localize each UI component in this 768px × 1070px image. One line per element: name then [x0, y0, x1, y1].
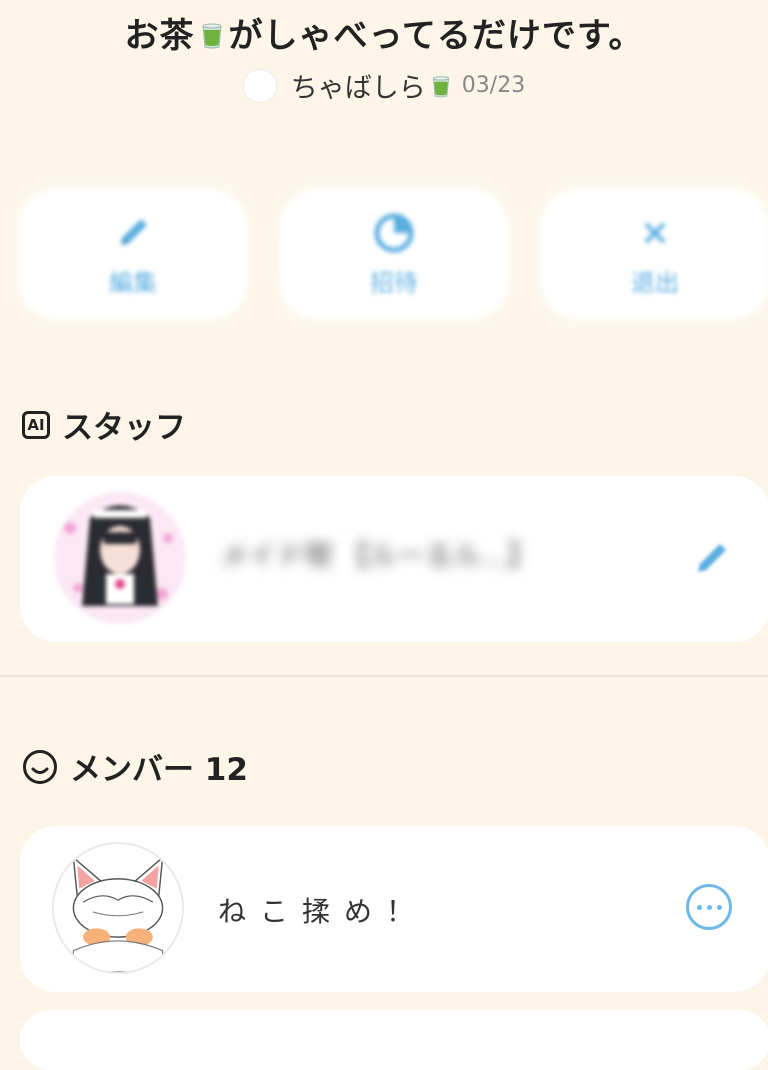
post-meta: ちゃばしら 03/23: [0, 66, 768, 105]
staff-heading-text: スタッフ: [62, 410, 186, 446]
member-name: ねこ揉め！: [218, 895, 429, 928]
member-avatar[interactable]: [52, 842, 184, 974]
staff-card[interactable]: メイド喫 【ルーるル...】: [20, 476, 768, 642]
author-name[interactable]: ちゃばしら: [291, 66, 426, 105]
staff-avatar: [50, 488, 190, 628]
staff-name: メイド喫 【ルーるル...】: [220, 539, 536, 572]
member-heading-text: メンバー 12: [70, 752, 248, 788]
dot-icon: [716, 904, 722, 910]
staff-section-heading: AI スタッフ: [22, 402, 186, 447]
section-divider: [0, 675, 768, 677]
dot-icon: [696, 904, 702, 910]
member-card[interactable]: ねこ揉め！: [20, 826, 768, 992]
action-bar: 編集 招待 退出: [20, 190, 768, 318]
author-avatar[interactable]: [242, 68, 277, 103]
leave-label: 退出: [631, 268, 679, 297]
invite-label: 招待: [370, 268, 418, 297]
pencil-icon: [111, 211, 155, 255]
post-date: 03/23: [461, 73, 526, 98]
title-text-1: お茶: [124, 16, 195, 56]
smile-icon: [22, 749, 58, 785]
ai-icon: AI: [22, 410, 50, 439]
tea-cup-icon: [430, 73, 452, 99]
dot-icon: [706, 904, 712, 910]
clock-icon: [372, 211, 416, 255]
page-title: お茶 がしゃべってるだけです。: [0, 8, 768, 57]
edit-pencil-icon[interactable]: [690, 536, 734, 580]
member-card-next[interactable]: [20, 1010, 768, 1070]
invite-button[interactable]: 招待: [281, 190, 507, 318]
leave-button[interactable]: 退出: [542, 190, 768, 318]
edit-button[interactable]: 編集: [20, 190, 246, 318]
more-options-button[interactable]: [686, 884, 732, 930]
title-text-2: がしゃべってるだけです。: [228, 16, 644, 56]
close-icon: [633, 211, 677, 255]
edit-label: 編集: [109, 268, 157, 297]
member-section-heading: メンバー 12: [22, 744, 248, 789]
tea-cup-icon: [199, 20, 225, 50]
